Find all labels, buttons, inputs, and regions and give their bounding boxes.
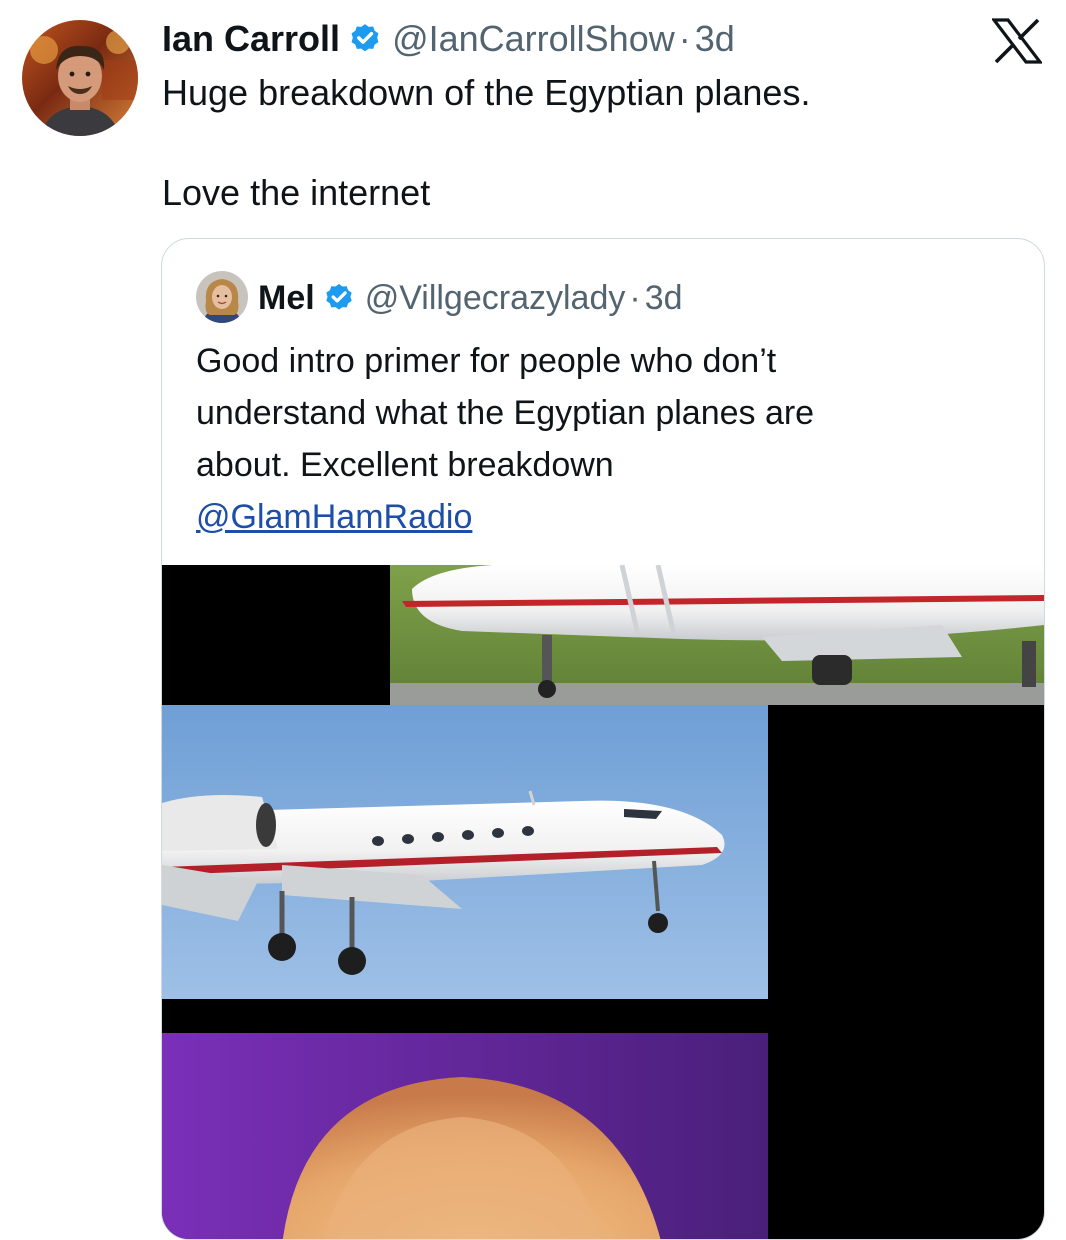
author-name[interactable]: Ian Carroll [162, 18, 340, 60]
author-handle[interactable]: @IanCarrollShow [392, 18, 675, 60]
tweet-text-line: Huge breakdown of the Egyptian planes. [162, 72, 811, 113]
quoted-text-line: Good intro primer for people who don’t [196, 342, 777, 380]
quoted-tweet-header: Mel @Villgecrazylady · 3d [258, 275, 683, 321]
verified-badge-icon[interactable] [323, 282, 355, 314]
embedded-video[interactable] [162, 565, 1044, 1239]
separator-dot: · [629, 278, 641, 317]
quoted-author-handle[interactable]: @Villgecrazylady [365, 279, 626, 318]
tweet-timestamp[interactable]: 3d [695, 18, 735, 60]
quoted-tweet-timestamp[interactable]: 3d [645, 279, 683, 318]
quoted-author-name[interactable]: Mel [258, 279, 315, 318]
tweet-text: Huge breakdown of the Egyptian planes. L… [162, 68, 1022, 218]
quoted-tweet-card[interactable]: Mel @Villgecrazylady · 3d Good intro pri… [161, 238, 1045, 1240]
quoted-text-line: understand what the Egyptian planes are [196, 394, 815, 432]
mention-link[interactable]: @GlamHamRadio [196, 491, 1016, 543]
separator-dot: · [678, 18, 691, 59]
x-logo-icon[interactable] [990, 18, 1044, 64]
tweet-text-line: Love the internet [162, 172, 431, 213]
verified-badge-icon[interactable] [348, 22, 382, 56]
quoted-author-avatar[interactable] [196, 271, 248, 323]
tweet-header: Ian Carroll @IanCarrollShow · 3d [162, 14, 735, 64]
quoted-tweet-text: Good intro primer for people who don’t u… [196, 335, 1016, 543]
author-avatar[interactable] [22, 20, 138, 136]
quoted-text-line: about. Excellent breakdown [196, 446, 614, 484]
